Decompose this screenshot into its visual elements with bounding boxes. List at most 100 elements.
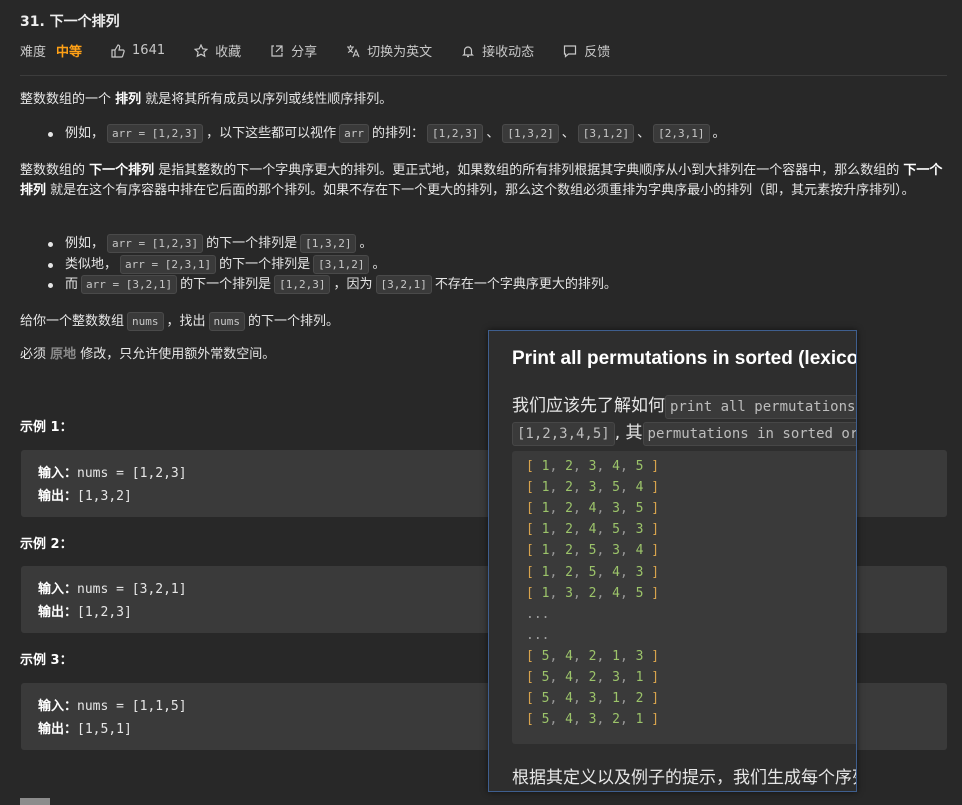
problem-title: 31. 下一个排列	[20, 14, 120, 30]
text: , 其	[614, 423, 643, 443]
input-label: 输入：	[38, 466, 78, 481]
subscribe-button[interactable]: 接收动态	[460, 41, 534, 60]
translate-icon	[345, 43, 361, 59]
permutation-example-list: 例如， arr = [1,2,3] ，以下这些都可以视作 arr 的排列： [1,2,3]…	[0, 124, 726, 145]
inline-code: nums	[127, 312, 164, 331]
example-3-heading: 示例 3：	[20, 653, 73, 668]
period: 。	[712, 126, 726, 141]
output-value: [1,5,1]	[77, 722, 132, 737]
example-input: 输入：nums = [3,2,1]	[38, 578, 187, 597]
muted-term: 原地	[50, 347, 77, 362]
example-1-heading: 示例 1：	[20, 420, 73, 435]
share-button[interactable]: 分享	[269, 41, 317, 60]
inline-code: [1,2,3]	[274, 275, 331, 294]
input-label: 输入：	[38, 582, 78, 597]
code-row: [ 5, 4, 3, 2, 1 ]	[526, 712, 660, 728]
text: ，找出	[166, 314, 206, 329]
list-item: 例如， arr = [1,2,3] 的下一个排列是 [1,3,2]。	[0, 234, 617, 255]
inline-code: [3,2,1]	[375, 275, 432, 294]
inline-code: [1,3,2]	[502, 124, 559, 143]
feedback-label: 反馈	[584, 45, 611, 60]
favorite-label: 收藏	[215, 45, 242, 60]
share-label: 分享	[291, 45, 318, 60]
permutations-code-block: [ 1, 2, 3, 4, 5 ] [ 1, 2, 3, 5, 4 ] [ 1, 2…	[512, 451, 856, 744]
bell-icon	[460, 43, 476, 59]
output-value: [1,3,2]	[77, 489, 132, 504]
inline-code: arr = [3,2,1]	[81, 275, 178, 294]
solution-preview-popup[interactable]: Print all permutations in sorted (lexico…	[488, 330, 857, 792]
popup-text-line-2: [1,2,3,4,5], 其permutations in sorted ord…	[512, 418, 856, 446]
code-row: [ 1, 2, 4, 3, 5 ]	[526, 501, 660, 517]
inline-code: [3,1,2]	[313, 254, 370, 274]
cut-off-heading	[20, 798, 50, 805]
code-row: [ 1, 2, 5, 4, 3 ]	[526, 564, 660, 580]
subscribe-label: 接收动态	[482, 45, 535, 60]
favorite-button[interactable]: 收藏	[193, 41, 241, 60]
text: 就是在这个有序容器中排在它后面的那个排列。如果不存在下一个更大的排列，那么这个数…	[46, 182, 915, 198]
thumb-up-icon	[110, 43, 126, 59]
difficulty: 难度 中等	[20, 41, 82, 60]
text: 的下一个排列是	[219, 256, 311, 272]
code-row: [ 5, 4, 2, 3, 1 ]	[526, 670, 660, 685]
list-item: 类似地， arr = [2,3,1] 的下一个排列是 [3,1,2]。	[0, 254, 617, 276]
popup-text-line-1: 我们应该先了解如何 print all permutations	[512, 391, 856, 419]
problem-meta-bar: 难度 中等 1641 收藏 分享 切换为英文 接收动态 反馈	[20, 41, 638, 60]
inline-code: [2,3,1]	[653, 124, 710, 143]
inline-code: print all permutations	[665, 395, 856, 419]
input-value: nums = [3,2,1]	[77, 582, 187, 597]
code-row: [ 1, 2, 5, 3, 4 ]	[526, 543, 660, 559]
popup-title: Print all permutations in sorted (lexico…	[512, 348, 857, 369]
text: 类似地，	[65, 256, 118, 272]
text: 就是将其所有成员以序列或线性顺序排列。	[141, 92, 393, 107]
inline-code: arr = [2,3,1]	[120, 254, 217, 274]
input-value: nums = [1,2,3]	[77, 466, 187, 481]
code-row: [ 1, 2, 4, 5, 3 ]	[526, 522, 660, 538]
popup-footer-text: 根据其定义以及例子的提示，我们生成每个序列	[512, 768, 857, 788]
text: 整数数组的一个	[20, 92, 116, 107]
text: 是指其整数的下一个字典序更大的排列。更正式地，如果数组的所有排列根据其字典顺序从…	[154, 163, 904, 178]
code-row: ...	[526, 607, 549, 622]
next-permutation-example-list: 例如， arr = [1,2,3] 的下一个排列是 [1,3,2]。 类似地， arr …	[0, 234, 617, 296]
inline-code: permutations in sorted order	[642, 422, 856, 446]
ellipsis: ...	[526, 606, 550, 622]
list-item: 例如， arr = [1,2,3] ，以下这些都可以视作 arr 的排列： [1,2,3]…	[0, 124, 726, 145]
text: 的下一个排列是	[180, 277, 272, 292]
description-paragraph-2: 整数数组的 下一个排列 是指其整数的下一个字典序更大的排列。更正式地，如果数组的…	[20, 161, 945, 200]
code-row: [ 1, 3, 2, 4, 5 ]	[526, 585, 660, 601]
text: 例如，	[65, 126, 105, 141]
inline-code: [1,2,3]	[427, 124, 484, 143]
inline-code: arr	[339, 124, 369, 143]
output-label: 输出：	[38, 605, 78, 620]
code-row: [ 1, 2, 3, 4, 5 ]	[526, 459, 660, 474]
difficulty-value: 中等	[56, 45, 83, 60]
text: 不存在一个字典序更大的排列。	[434, 277, 617, 292]
code-row: [ 5, 4, 2, 1, 3 ]	[526, 648, 660, 664]
code-row: [ 1, 2, 3, 5, 4 ]	[526, 480, 660, 496]
example-input: 输入：nums = [1,2,3]	[38, 462, 187, 481]
text: 的下一个排列是	[206, 236, 298, 251]
separator: 、	[486, 126, 500, 141]
bold-term: 排列	[115, 92, 142, 107]
inline-code: [1,2,3,4,5]	[512, 422, 615, 446]
difficulty-label: 难度	[20, 45, 47, 60]
output-label: 输出：	[38, 722, 78, 737]
input-value: nums = [1,1,5]	[77, 699, 187, 714]
inline-code: nums	[208, 312, 246, 331]
period: 。	[372, 256, 386, 272]
example-output: 输出：[1,5,1]	[38, 718, 132, 737]
switch-language-button[interactable]: 切换为英文	[345, 41, 432, 60]
share-icon	[269, 43, 285, 59]
feedback-button[interactable]: 反馈	[562, 41, 610, 60]
like-button[interactable]: 1641	[110, 43, 165, 59]
switch-language-label: 切换为英文	[367, 45, 433, 60]
like-count: 1641	[132, 43, 166, 58]
inline-code: arr = [1,2,3]	[107, 234, 204, 253]
text: 必须	[20, 347, 51, 362]
text: 而	[65, 277, 79, 292]
period: 。	[359, 236, 373, 251]
header-divider	[20, 75, 947, 76]
feedback-icon	[562, 43, 578, 59]
inline-code: [3,1,2]	[577, 124, 635, 143]
separator: 、	[637, 126, 651, 141]
ellipsis: ...	[526, 627, 550, 643]
